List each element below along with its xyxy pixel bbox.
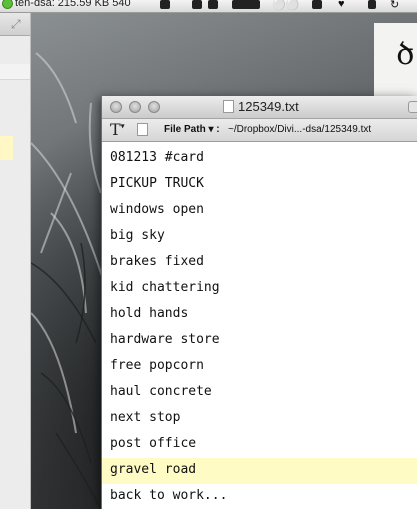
dropbox-icon[interactable]	[160, 0, 170, 9]
text-line-content: windows open	[110, 202, 204, 217]
resize-icon[interactable]: ⤢	[11, 17, 21, 32]
background-window-titlebar: ⤢	[0, 13, 30, 36]
text-line-content: hardware store	[110, 332, 220, 347]
text-line[interactable]: big sky	[102, 224, 417, 250]
evernote-icon[interactable]	[192, 0, 202, 9]
text-line[interactable]: haul concrete	[102, 380, 417, 406]
document-icon	[223, 100, 234, 113]
toolbar-toggle-button[interactable]	[408, 101, 417, 113]
text-line-content: PICKUP TRUCK	[110, 176, 204, 191]
zoom-button[interactable]	[148, 101, 160, 113]
document-proxy-icon[interactable]	[137, 123, 148, 136]
current-text-line[interactable]: gravel road	[102, 458, 417, 484]
photo-corner-glyph: ծ	[396, 37, 415, 72]
text-line[interactable]: hardware store	[102, 328, 417, 354]
text-line[interactable]: back to work...	[102, 484, 417, 509]
text-line[interactable]: 081213 #card	[102, 146, 417, 172]
window-title: 125349.txt	[223, 99, 299, 114]
figure-icon[interactable]	[312, 0, 322, 9]
text-editor-area[interactable]: 081213 #card PICKUP TRUCK windows open big …	[102, 142, 417, 509]
music-icon[interactable]	[208, 0, 218, 9]
text-line[interactable]: post office	[102, 432, 417, 458]
background-window: ⤢	[0, 13, 31, 509]
text-line[interactable]: hold hands	[102, 302, 417, 328]
text-line-content: free popcorn	[110, 358, 204, 373]
file-path-dropdown[interactable]: File Path ▾ :	[164, 124, 220, 135]
playback-icon[interactable]	[232, 0, 260, 9]
status-dot-icon	[2, 0, 13, 9]
text-line-content: gravel road	[110, 462, 197, 477]
text-line-content: back to work...	[110, 488, 228, 503]
background-window-highlight	[0, 136, 13, 160]
window-toolbar: T▾ File Path ▾ : ~/Dropbox/Divi...-dsa/1…	[102, 119, 417, 142]
file-path-value: ~/Dropbox/Divi...-dsa/125349.txt	[228, 124, 372, 135]
photo-corner-sign: ծ	[374, 23, 417, 101]
lock-icon[interactable]	[368, 0, 376, 9]
window-title-text: 125349.txt	[238, 99, 299, 114]
window-titlebar[interactable]: 125349.txt	[102, 96, 417, 119]
text-line[interactable]: PICKUP TRUCK	[102, 172, 417, 198]
text-line-content: 081213 #card	[110, 150, 204, 165]
text-line-content: hold hands	[110, 306, 189, 321]
text-line[interactable]: windows open	[102, 198, 417, 224]
glasses-icon[interactable]: ⚪⚪	[272, 0, 299, 11]
text-line[interactable]: brakes fixed	[102, 250, 417, 276]
text-format-button[interactable]: T▾	[110, 120, 125, 139]
text-line[interactable]: kid chattering	[102, 276, 417, 302]
minimize-button[interactable]	[129, 101, 141, 113]
editor-window: 125349.txt T▾ File Path ▾ : ~/Dropbox/Di…	[101, 96, 417, 509]
menu-bar: ten-dsa: 215.59 KB 540 ⚪⚪ ♥ ↻	[0, 0, 417, 13]
text-line-content: big sky	[110, 228, 165, 243]
text-line[interactable]: free popcorn	[102, 354, 417, 380]
text-line-content: brakes fixed	[110, 254, 204, 269]
text-line-content: haul concrete	[110, 384, 212, 399]
background-window-row	[0, 64, 30, 80]
text-line-content: kid chattering	[110, 280, 220, 295]
menubar-status-text: ten-dsa: 215.59 KB 540	[15, 0, 131, 9]
heart-icon[interactable]: ♥	[338, 0, 345, 10]
time-machine-icon[interactable]: ↻	[390, 0, 399, 11]
text-line-content: post office	[110, 436, 197, 451]
text-line[interactable]: next stop	[102, 406, 417, 432]
text-line-content: next stop	[110, 410, 181, 425]
close-button[interactable]	[110, 101, 122, 113]
